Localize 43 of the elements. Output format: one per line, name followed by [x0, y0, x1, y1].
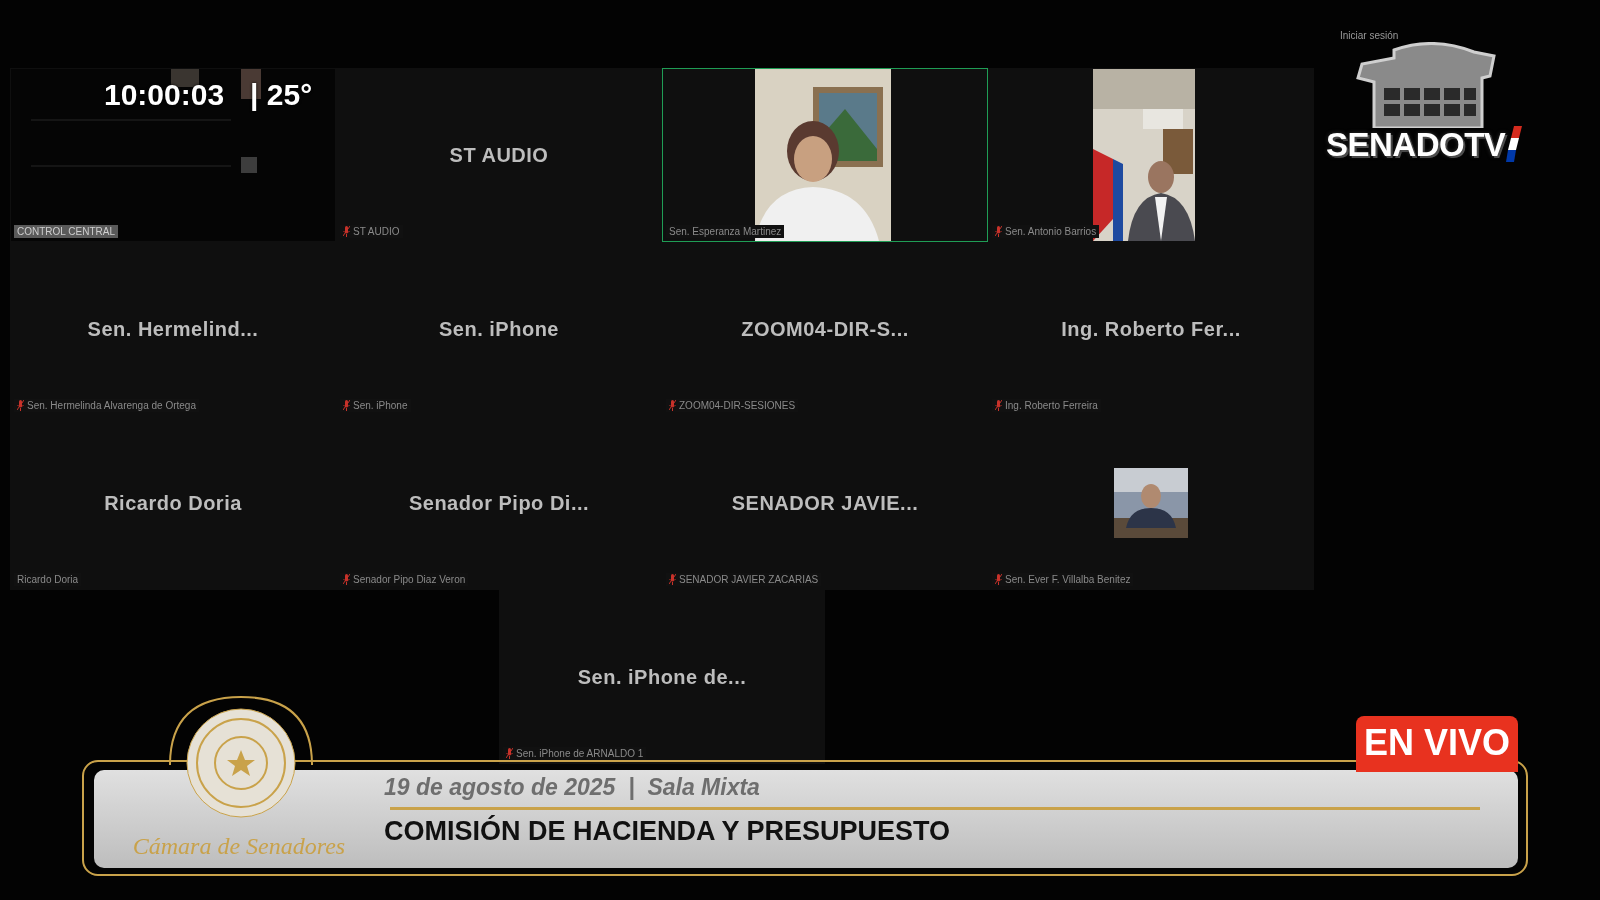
temperature: | 25° — [250, 78, 313, 112]
participant-label: Ing. Roberto Ferreira — [1005, 400, 1098, 411]
muted-mic-icon — [506, 748, 513, 759]
participant-name: ST AUDIO — [449, 143, 549, 167]
institution-name: Cámara de Senadores — [132, 833, 346, 860]
channel-logo: SENADOTV — [1326, 126, 1506, 164]
participant-label: ST AUDIO — [353, 226, 400, 237]
participant-name: Sen. iPhone — [439, 317, 559, 341]
muted-mic-icon — [995, 226, 1002, 237]
muted-mic-icon — [343, 226, 350, 237]
muted-mic-icon — [343, 574, 350, 585]
participant-label: Sen. iPhone — [353, 400, 408, 411]
participant-name: Ing. Roberto Fer... — [1061, 317, 1241, 341]
participant-name: Senador Pipo Di... — [408, 491, 590, 515]
video-tile[interactable]: Sen. Esperanza Martinez — [662, 68, 988, 242]
participant-label: Ricardo Doria — [17, 574, 79, 585]
participant-label: Sen. Hermelinda Alvarenga de Ortega — [27, 400, 196, 411]
participant-name: Sen. Hermelind... — [87, 317, 259, 341]
video-tile[interactable]: Sen. iPhone de... Sen. iPhone de ARNALDO 1 — [499, 590, 825, 764]
participant-name: SENADOR JAVIE... — [731, 491, 919, 515]
participant-label: Senador Pipo Diaz Veron — [353, 574, 466, 585]
live-badge: EN VIVO — [1356, 716, 1519, 772]
participant-label: Sen. Antonio Barrios — [1005, 226, 1097, 237]
participant-name: Sen. iPhone de... — [577, 665, 747, 689]
muted-mic-icon — [995, 400, 1002, 411]
clock-time: 10:00:03 — [104, 78, 225, 112]
participant-label: SENADOR JAVIER ZACARIAS — [679, 574, 819, 585]
participant-label: CONTROL CENTRAL — [17, 226, 115, 237]
participant-label: ZOOM04-DIR-SESIONES — [679, 400, 796, 411]
muted-mic-icon — [343, 400, 350, 411]
muted-mic-icon — [669, 400, 676, 411]
login-link[interactable]: Iniciar sesión — [1340, 30, 1399, 41]
participant-label: Sen. Esperanza Martinez — [669, 226, 782, 237]
date-and-room: 19 de agosto de 2025 | Sala Mixta — [384, 774, 761, 801]
session-title: COMISIÓN DE HACIENDA Y PRESUPUESTO — [384, 816, 952, 847]
muted-mic-icon — [17, 400, 24, 411]
participant-name: Ricardo Doria — [104, 491, 242, 515]
participant-name: ZOOM04-DIR-S... — [741, 317, 909, 341]
muted-mic-icon — [995, 574, 1002, 585]
flag-stripe-icon — [1506, 126, 1522, 162]
participant-label: Sen. Ever F. Villalba Benitez — [1005, 574, 1131, 585]
participant-label: Sen. iPhone de ARNALDO 1 — [516, 748, 644, 759]
muted-mic-icon — [669, 574, 676, 585]
